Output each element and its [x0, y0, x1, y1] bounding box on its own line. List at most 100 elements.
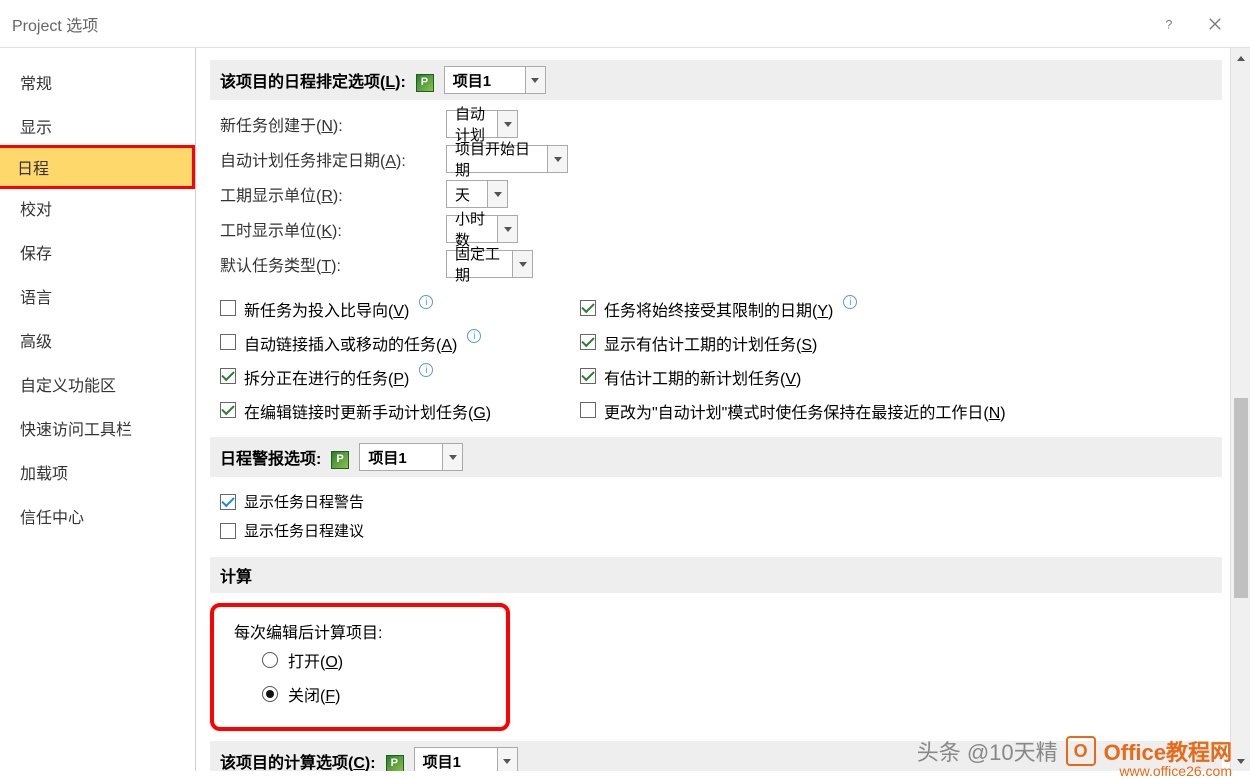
sidebar-label: 自定义功能区 [20, 378, 116, 395]
project-icon [331, 451, 349, 469]
section-label: 计算 [220, 563, 252, 587]
section-alerts: 日程警报选项: 项目1 [210, 437, 1222, 477]
sidebar-item-custom-ribbon[interactable]: 自定义功能区 [0, 362, 195, 406]
select-value: 天 [447, 184, 487, 205]
checkbox-split-in-progress[interactable] [220, 368, 236, 384]
sidebar-item-addins[interactable]: 加载项 [0, 450, 195, 494]
main-area: 常规 显示 日程 校对 保存 语言 高级 自定义功能区 快速访问工具栏 加载项 … [0, 48, 1250, 771]
alerts-checks: 显示任务日程警告 显示任务日程建议 [210, 487, 1222, 553]
chevron-down-icon [547, 146, 567, 172]
info-icon[interactable]: i [467, 329, 481, 343]
close-button[interactable] [1192, 1, 1238, 47]
project-icon [416, 74, 434, 92]
label-default-type: 默认任务类型(T): [220, 252, 440, 276]
checkbox-show-est-plan[interactable] [580, 334, 596, 350]
chevron-down-icon [497, 111, 517, 137]
info-icon[interactable]: i [843, 295, 857, 309]
section-calc-title: 计算 [210, 557, 1222, 593]
sidebar-item-schedule[interactable]: 日程 [0, 145, 195, 189]
chevron-down-icon [525, 67, 545, 93]
sidebar-item-save[interactable]: 保存 [0, 230, 195, 274]
content: 该项目的日程排定选项(L): 项目1 新任务创建于(N): 自动计划 [196, 48, 1230, 771]
project-selector-alerts[interactable]: 项目1 [359, 443, 463, 471]
chevron-down-icon [512, 251, 532, 277]
section-calc-for: 该项目的计算选项(C): 项目1 [210, 741, 1222, 771]
radio-open[interactable] [262, 652, 278, 668]
checkbox-label: 显示有估计工期的计划任务(S) [604, 331, 817, 355]
checkbox-auto-link[interactable] [220, 334, 236, 350]
checkbox-label: 拆分正在进行的任务(P) [244, 365, 409, 389]
chevron-down-icon [487, 181, 507, 207]
sidebar: 常规 显示 日程 校对 保存 语言 高级 自定义功能区 快速访问工具栏 加载项 … [0, 48, 196, 771]
sidebar-item-trust[interactable]: 信任中心 [0, 494, 195, 538]
checkbox-new-est-plan[interactable] [580, 368, 596, 384]
sidebar-item-language[interactable]: 语言 [0, 274, 195, 318]
help-button[interactable]: ? [1146, 1, 1192, 47]
project-selector[interactable]: 项目1 [444, 66, 546, 94]
content-wrap: 该项目的日程排定选项(L): 项目1 新任务创建于(N): 自动计划 [196, 48, 1250, 771]
section-label: 该项目的日程排定选项(L): [220, 68, 406, 92]
sidebar-label: 校对 [20, 202, 52, 219]
sidebar-label: 常规 [20, 76, 52, 93]
checkbox-label: 新任务为投入比导向(V) [244, 297, 409, 321]
checkbox-label: 更改为"自动计划"模式时使任务保持在最接近的工作日(N) [604, 399, 1006, 423]
sidebar-label: 高级 [20, 334, 52, 351]
sidebar-item-general[interactable]: 常规 [0, 60, 195, 104]
radio-label: 打开(O) [288, 648, 343, 672]
checkbox-label: 自动链接插入或移动的任务(A) [244, 331, 457, 355]
vertical-scrollbar[interactable] [1230, 48, 1250, 771]
label-duration-unit: 工期显示单位(R): [220, 182, 440, 206]
select-auto-plan-date[interactable]: 项目开始日期 [446, 145, 568, 173]
select-value: 固定工期 [447, 243, 512, 285]
sidebar-item-advanced[interactable]: 高级 [0, 318, 195, 362]
titlebar: Project 选项 ? [0, 0, 1250, 48]
checkbox-show-warning[interactable] [220, 494, 236, 510]
section-schedule-for: 该项目的日程排定选项(L): 项目1 [210, 60, 1222, 100]
section-label: 日程警报选项: [220, 445, 321, 469]
project-selector-calc[interactable]: 项目1 [414, 747, 518, 771]
schedule-fields: 新任务创建于(N): 自动计划 自动计划任务排定日期(A): 项目开始日期 工期… [210, 110, 1222, 293]
select-value: 项目开始日期 [447, 138, 547, 180]
chevron-down-icon [497, 748, 517, 771]
label-new-task: 新任务创建于(N): [220, 112, 440, 136]
checkbox-update-manual[interactable] [220, 402, 236, 418]
radio-close[interactable] [262, 686, 278, 702]
checkbox-label: 任务将始终接受其限制的日期(Y) [604, 297, 833, 321]
checkbox-effort-driven[interactable] [220, 300, 236, 316]
sidebar-item-display[interactable]: 显示 [0, 104, 195, 148]
label-auto-plan-date: 自动计划任务排定日期(A): [220, 147, 440, 171]
info-icon[interactable]: i [419, 295, 433, 309]
select-value: 项目1 [415, 751, 497, 772]
scroll-down-icon[interactable] [1231, 751, 1250, 771]
scroll-up-icon[interactable] [1231, 48, 1250, 68]
sidebar-label: 保存 [20, 246, 52, 263]
sidebar-label: 显示 [20, 120, 52, 137]
svg-text:?: ? [1166, 17, 1173, 31]
select-value: 项目1 [445, 70, 525, 91]
info-icon[interactable]: i [419, 363, 433, 377]
section-label: 该项目的计算选项(C): [220, 749, 376, 771]
sidebar-item-quick-access[interactable]: 快速访问工具栏 [0, 406, 195, 450]
sidebar-label: 语言 [20, 290, 52, 307]
scroll-thumb[interactable] [1234, 398, 1248, 598]
calc-block: 每次编辑后计算项目: 打开(O) 关闭(F) [210, 603, 510, 731]
project-icon [386, 755, 404, 771]
select-work-unit[interactable]: 小时数 [446, 215, 518, 243]
checkbox-keep-near-workday[interactable] [580, 402, 596, 418]
select-duration-unit[interactable]: 天 [446, 180, 508, 208]
sidebar-item-proofing[interactable]: 校对 [0, 186, 195, 230]
select-default-type[interactable]: 固定工期 [446, 250, 533, 278]
checkbox-label: 显示任务日程警告 [244, 491, 364, 512]
chevron-down-icon [442, 444, 462, 470]
checkbox-show-suggestion[interactable] [220, 523, 236, 539]
checkbox-grid: 新任务为投入比导向(V) i 任务将始终接受其限制的日期(Y) i 自动链接插入或移… [210, 293, 1222, 433]
sidebar-label: 日程 [17, 161, 49, 178]
checkbox-label: 在编辑链接时更新手动计划任务(G) [244, 399, 491, 423]
label-work-unit: 工时显示单位(K): [220, 217, 440, 241]
checkbox-honor-constraint[interactable] [580, 300, 596, 316]
checkbox-label: 有估计工期的新计划任务(V) [604, 365, 801, 389]
select-value: 项目1 [360, 447, 442, 468]
sidebar-label: 信任中心 [20, 510, 84, 527]
radio-label: 关闭(F) [288, 682, 340, 706]
select-new-task[interactable]: 自动计划 [446, 110, 518, 138]
